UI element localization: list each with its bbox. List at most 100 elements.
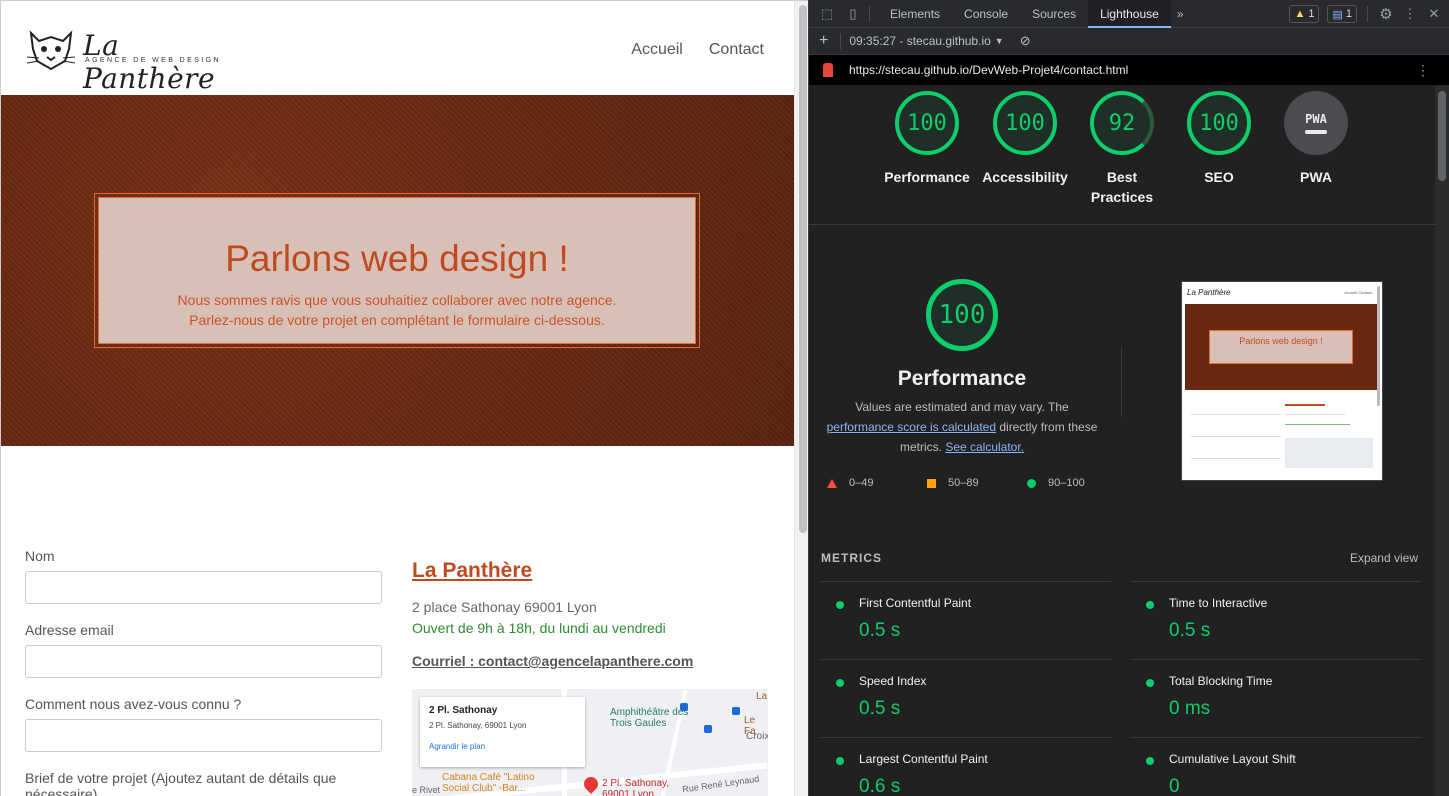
nav-link-contact[interactable]: Contact <box>709 41 764 59</box>
panther-logo-icon <box>26 30 76 71</box>
contact-title-link[interactable]: La Panthère <box>412 559 772 583</box>
metric-name: Speed Index <box>859 674 927 688</box>
thumb-logo: La Panthère <box>1187 288 1231 297</box>
metrics-title: METRICS <box>821 551 882 565</box>
metric-value: 0.5 s <box>859 620 901 641</box>
metric-value: 0 ms <box>1169 698 1211 719</box>
map-enlarge-link[interactable]: Agrandir le plan <box>429 742 576 751</box>
metric-name: Largest Contentful Paint <box>859 752 988 766</box>
email-input[interactable] <box>25 645 382 678</box>
email-label: Adresse email <box>25 622 114 638</box>
lighthouse-report: 100 Performance 100 Accessibility 92 Bes… <box>809 85 1436 796</box>
report-url: https://stecau.github.io/DevWeb-Projet4/… <box>849 63 1129 77</box>
thumb-hero-title: Parlons web design ! <box>1239 336 1323 346</box>
lighthouse-icon <box>823 63 833 77</box>
contact-email-link[interactable]: Courriel : contact@agencelapanthere.com <box>412 653 772 669</box>
gauge-label: PWA <box>1300 169 1332 185</box>
hero-banner: Parlons web design ! Nous sommes ravis q… <box>1 95 794 446</box>
gauge-score: 100 <box>1187 91 1251 155</box>
lighthouse-toolbar: + 09:35:27 - stecau.github.io ▼ ⊘ <box>809 28 1449 55</box>
dropdown-arrow-icon: ▼ <box>994 36 1004 46</box>
tab-lighthouse[interactable]: Lighthouse <box>1088 0 1171 28</box>
close-icon[interactable]: ✕ <box>1426 6 1442 22</box>
gauge-accessibility[interactable]: 100 Accessibility <box>976 85 1074 187</box>
messages-badge[interactable]: ▤ 1 <box>1327 5 1357 23</box>
average-square-icon <box>927 478 936 488</box>
page-screenshot-thumbnail[interactable]: La Panthère Accueil Contact Parlons web … <box>1181 281 1383 481</box>
report-selector[interactable]: 09:35:27 - stecau.github.io ▼ <box>849 34 1003 48</box>
messages-count: 1 <box>1345 8 1352 20</box>
contact-address: 2 place Sathonay 69001 Lyon <box>412 599 597 615</box>
clear-reports-icon[interactable]: ⊘ <box>1020 33 1031 49</box>
metric-name: First Contentful Paint <box>859 596 972 610</box>
site-header: La Panthère AGENCE DE WEB DESIGN Accueil… <box>1 1 794 95</box>
tab-console[interactable]: Console <box>952 0 1020 28</box>
inspect-element-icon[interactable]: ⬚ <box>819 6 835 22</box>
page-scrollbar-thumb[interactable] <box>799 5 807 533</box>
source-input[interactable] <box>25 719 382 752</box>
metric-largest-contentful-paint: Largest Contentful Paint 0.6 s <box>821 737 1111 796</box>
report-menu-icon[interactable]: ⋮ <box>1416 62 1430 79</box>
gauge-score: 100 <box>993 91 1057 155</box>
webpage: La Panthère AGENCE DE WEB DESIGN Accueil… <box>0 0 808 796</box>
pass-circle-icon <box>1027 478 1036 488</box>
bus-stop-icon <box>732 707 740 715</box>
pass-circle-icon <box>836 679 844 687</box>
device-toolbar-icon[interactable]: ▯ <box>845 6 861 22</box>
map-embed[interactable]: 2 Pl. Sathonay 2 Pl. Sathonay, 69001 Lyo… <box>412 689 768 796</box>
map-card-title: 2 Pl. Sathonay <box>429 705 498 716</box>
source-label: Comment nous avez-vous connu ? <box>25 696 242 712</box>
tab-sources[interactable]: Sources <box>1020 0 1088 28</box>
brief-label: Brief de votre projet (Ajoutez autant de… <box>25 770 337 796</box>
metric-first-contentful-paint: First Contentful Paint 0.5 s <box>821 581 1111 659</box>
more-options-icon[interactable]: ⋮ <box>1402 6 1418 22</box>
report-scrollbar[interactable] <box>1435 85 1449 796</box>
pass-circle-icon <box>836 601 844 609</box>
expand-view-toggle[interactable]: Expand view <box>1350 551 1418 565</box>
see-calculator-link[interactable]: See calculator. <box>945 440 1024 454</box>
metric-value: 0.6 s <box>859 776 901 796</box>
logo[interactable]: La Panthère AGENCE DE WEB DESIGN <box>25 27 245 95</box>
report-scrollbar-thumb[interactable] <box>1438 91 1446 181</box>
gauge-performance[interactable]: 100 Performance <box>878 85 976 187</box>
map-label-croix: Croix <box>746 731 768 742</box>
metric-value: 0.5 s <box>1169 620 1211 641</box>
gauge-seo[interactable]: 100 SEO <box>1170 85 1268 187</box>
performance-section: 100 Performance Values are estimated and… <box>809 225 1436 555</box>
gauge-label: Accessibility <box>982 169 1068 185</box>
metric-value: 0.5 s <box>859 698 901 719</box>
metric-time-to-interactive: Time to Interactive 0.5 s <box>1131 581 1421 659</box>
gauge-best-practices[interactable]: 92 Best Practices <box>1073 85 1171 207</box>
warning-icon: ▲ <box>1294 8 1306 20</box>
contact-hours: Ouvert de 9h à 18h, du lundi au vendredi <box>412 620 666 636</box>
name-input[interactable] <box>25 571 382 604</box>
bus-stop-icon <box>704 725 712 733</box>
new-report-icon[interactable]: + <box>819 32 828 50</box>
page-scrollbar[interactable] <box>794 1 808 796</box>
score-calculated-link[interactable]: performance score is calculated <box>827 420 996 434</box>
metric-cumulative-layout-shift: Cumulative Layout Shift 0 <box>1131 737 1421 796</box>
pass-circle-icon <box>1146 757 1154 765</box>
metric-name: Time to Interactive <box>1169 596 1268 610</box>
nav-link-accueil[interactable]: Accueil <box>631 41 683 59</box>
pwa-icon: PWA <box>1284 91 1348 155</box>
performance-title: Performance <box>897 367 1027 390</box>
warnings-badge[interactable]: ▲ 1 <box>1289 5 1320 23</box>
devtools-panel: ⬚ ▯ Elements Console Sources Lighthouse … <box>808 0 1449 796</box>
message-icon: ▤ <box>1332 8 1343 21</box>
gauge-label: Performance <box>884 169 970 185</box>
gauge-pwa[interactable]: PWA PWA <box>1267 85 1365 187</box>
metric-total-blocking-time: Total Blocking Time 0 ms <box>1131 659 1421 737</box>
map-label-cabana: Cabana Café "Latino Social Club" -Bar... <box>442 772 535 794</box>
more-tabs-chevron-icon[interactable]: » <box>1171 0 1190 28</box>
settings-gear-icon[interactable]: ⚙ <box>1378 6 1394 23</box>
contact-form: Nom Adresse email Comment nous avez-vous… <box>25 548 383 796</box>
metric-speed-index: Speed Index 0.5 s <box>821 659 1111 737</box>
map-place-card: 2 Pl. Sathonay 2 Pl. Sathonay, 69001 Lyo… <box>420 697 585 767</box>
tab-elements[interactable]: Elements <box>878 0 952 28</box>
gauge-score: 100 <box>895 91 959 155</box>
map-pin-icon <box>581 774 601 794</box>
hero-title: Parlons web design ! <box>225 238 569 279</box>
name-label: Nom <box>25 548 55 564</box>
gauge-score: 92 <box>1090 91 1154 155</box>
